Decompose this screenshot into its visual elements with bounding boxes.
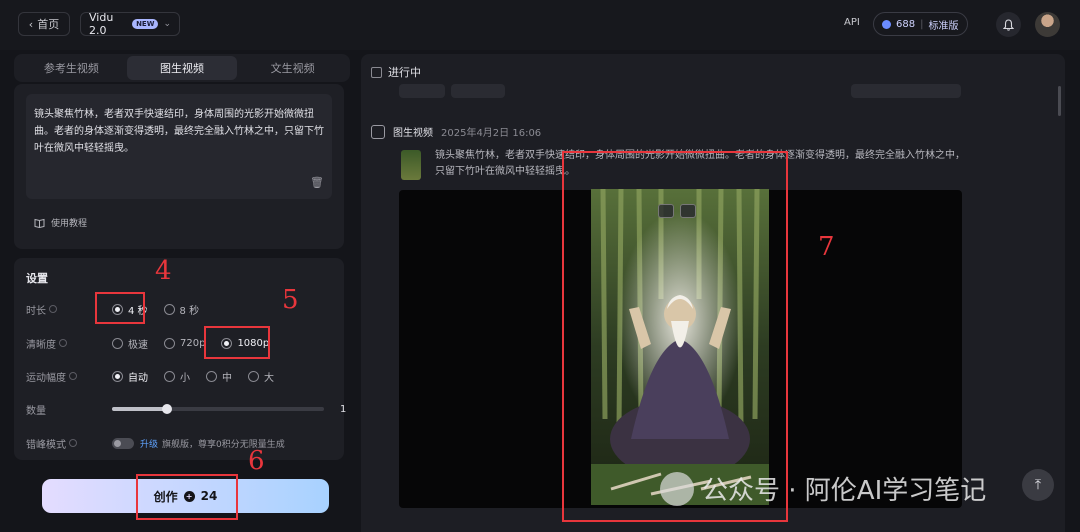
input-image-thumbnail[interactable]: [401, 150, 421, 180]
peak-mode-row: 错峰模式 升级 旗舰版，尊享0积分无限量生成: [26, 432, 285, 454]
motion-row: 运动幅度 自动 小 中 大: [26, 365, 290, 387]
divider: |: [920, 18, 924, 30]
annotation-box-7: [562, 151, 788, 522]
mode-tabs: 参考生视频 图生视频 文生视频: [14, 54, 350, 82]
credit-coin-icon: [882, 19, 891, 29]
model-selector[interactable]: Vidu 2.0 NEW ⌄: [80, 11, 180, 37]
annotation-number-7: 7: [818, 232, 835, 262]
tutorial-link[interactable]: 使用教程: [34, 216, 87, 229]
peak-mode-label: 错峰模式: [26, 436, 112, 451]
ghost-chip: [399, 84, 445, 98]
tutorial-label: 使用教程: [51, 219, 88, 229]
chevron-left-icon: ‹: [28, 17, 34, 31]
tab-image-to-video[interactable]: 图生视频: [126, 56, 238, 80]
prompt-input[interactable]: 镜头聚焦竹林，老者双手快速结印，身体周围的光影开始微微扭曲。老者的身体逐渐变得透…: [26, 94, 332, 199]
duration-option-8s[interactable]: 8 秒: [163, 302, 199, 317]
radio-icon: [112, 370, 123, 382]
motion-option-medium[interactable]: 中: [206, 369, 232, 384]
annotation-box-5: [204, 326, 270, 359]
prompt-card: 镜头聚焦竹林，老者双手快速结印，身体周围的光影开始微微扭曲。老者的身体逐渐变得透…: [14, 84, 344, 249]
quantity-slider[interactable]: [112, 404, 324, 414]
notification-bell-icon[interactable]: [996, 12, 1021, 37]
peak-mode-toggle[interactable]: [112, 437, 134, 449]
ghost-toolbar: [851, 84, 961, 98]
motion-option-small[interactable]: 小: [164, 369, 190, 384]
slider-fill: [112, 407, 168, 411]
info-icon: [49, 305, 57, 313]
avatar[interactable]: [1035, 12, 1060, 37]
book-icon: [34, 218, 45, 228]
scroll-top-button[interactable]: ⤒: [1022, 469, 1054, 501]
resolution-option-720p[interactable]: 720p: [164, 337, 205, 349]
status-filter[interactable]: 进行中: [371, 64, 421, 80]
radio-icon: [164, 370, 175, 382]
task-time: 2025年4月2日 16:06: [441, 128, 542, 139]
radio-icon: [163, 303, 175, 315]
tab-reference-video[interactable]: 参考生视频: [16, 56, 127, 80]
motion-label: 运动幅度: [26, 369, 112, 384]
slider-knob[interactable]: [162, 404, 173, 414]
quantity-label: 数量: [26, 405, 46, 417]
chevron-down-icon: ⌄: [163, 19, 171, 29]
quantity-row: 数量 1: [26, 398, 346, 420]
resolution-option-fast[interactable]: 极速: [112, 336, 148, 351]
top-bar: ‹ 首页 Vidu 2.0 NEW ⌄ API 688 | 标准版: [0, 0, 1080, 50]
resolution-label: 清晰度: [26, 336, 112, 351]
credits-badge[interactable]: 688 | 标准版: [873, 12, 968, 36]
annotation-number-4: 4: [155, 256, 172, 286]
annotation-number-5: 5: [282, 285, 299, 315]
ghost-chip: [451, 84, 505, 98]
new-badge: NEW: [132, 19, 159, 29]
status-label: 进行中: [388, 66, 421, 79]
info-icon: [69, 439, 77, 447]
motion-option-auto[interactable]: 自动: [112, 369, 148, 384]
image-video-icon: [371, 124, 385, 139]
info-icon: [59, 339, 67, 347]
peak-mode-hint: 旗舰版，尊享0积分无限量生成: [162, 439, 285, 450]
radio-icon: [112, 337, 123, 349]
settings-title: 设置: [26, 272, 48, 285]
annotation-box-6: [136, 474, 238, 520]
plan-label: 标准版: [928, 20, 959, 32]
task-header: 图生视频 2025年4月2日 16:06: [371, 124, 541, 139]
trash-icon[interactable]: 🗑: [310, 174, 324, 191]
credits-count: 688: [896, 18, 916, 30]
checkbox-icon[interactable]: [371, 66, 382, 78]
annotation-number-6: 6: [248, 446, 265, 476]
tab-text-to-video[interactable]: 文生视频: [237, 56, 348, 80]
home-button[interactable]: ‹ 首页: [18, 12, 70, 36]
quantity-value: 1: [340, 403, 347, 415]
task-type: 图生视频: [393, 128, 433, 139]
scrollbar[interactable]: [1058, 86, 1061, 116]
radio-icon: [164, 337, 175, 349]
radio-icon: [248, 370, 259, 382]
info-icon: [69, 372, 77, 380]
api-link[interactable]: API: [844, 17, 860, 28]
prompt-text: 镜头聚焦竹林，老者双手快速结印，身体周围的光影开始微微扭曲。老者的身体逐渐变得透…: [34, 109, 324, 154]
annotation-box-4: [95, 292, 145, 324]
radio-icon: [206, 370, 217, 382]
motion-option-large[interactable]: 大: [248, 369, 274, 384]
upgrade-link[interactable]: 升级: [140, 437, 158, 450]
home-label: 首页: [37, 18, 60, 31]
model-label: Vidu 2.0: [89, 11, 114, 37]
